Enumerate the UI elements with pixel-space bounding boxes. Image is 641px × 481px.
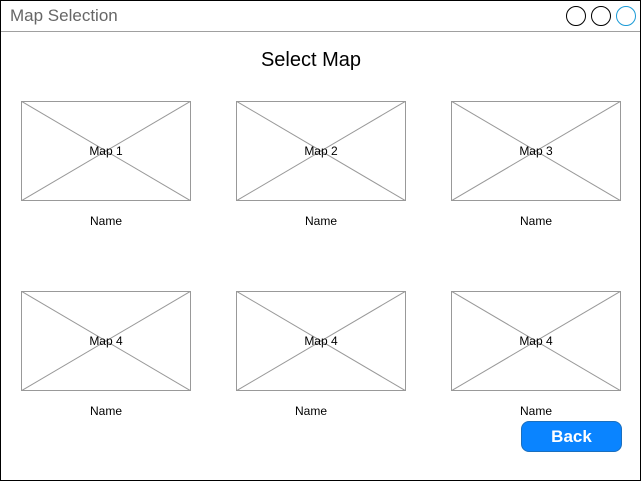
map-thumbnail-label: Map 4 <box>89 334 123 348</box>
map-name: Name <box>519 404 552 418</box>
map-name: Name <box>89 214 122 228</box>
map-name: Name <box>294 404 327 418</box>
map-thumbnail[interactable]: Map 4 <box>451 291 621 391</box>
page-title: Select Map <box>260 49 362 71</box>
back-button[interactable]: Back <box>521 421 622 452</box>
map-thumbnail[interactable]: Map 2 <box>236 101 406 201</box>
map-thumbnail[interactable]: Map 1 <box>21 101 191 201</box>
map-thumbnail-label: Map 1 <box>89 144 123 158</box>
map-thumbnail-label: Map 4 <box>519 334 553 348</box>
map-name: Name <box>304 214 337 228</box>
map-thumbnail[interactable]: Map 4 <box>236 291 406 391</box>
map-selection-window: Map Selection Select Map Map 1 Name Map … <box>0 0 641 481</box>
window-control-circle-icon[interactable] <box>566 6 586 26</box>
map-thumbnail-label: Map 3 <box>519 144 553 158</box>
map-thumbnail-label: Map 2 <box>304 144 338 158</box>
map-name: Name <box>89 404 122 418</box>
map-thumbnail[interactable]: Map 3 <box>451 101 621 201</box>
window-control-circle-icon[interactable] <box>591 6 611 26</box>
title-bar: Map Selection <box>1 1 640 32</box>
window-control-circle-icon[interactable] <box>616 6 636 26</box>
map-name: Name <box>519 214 552 228</box>
map-thumbnail[interactable]: Map 4 <box>21 291 191 391</box>
map-thumbnail-label: Map 4 <box>304 334 338 348</box>
window-title: Map Selection <box>10 6 118 25</box>
